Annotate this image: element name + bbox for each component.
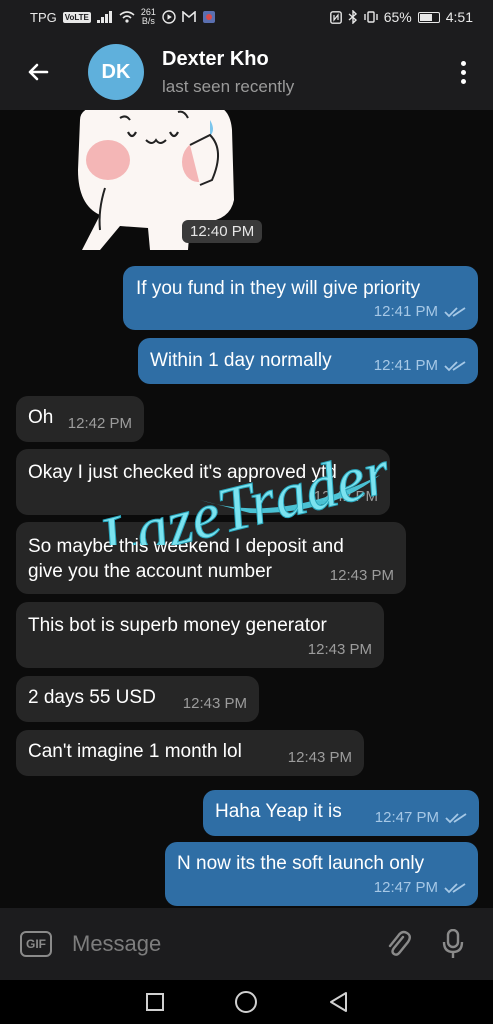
bluetooth-icon xyxy=(348,10,357,24)
composer-bar: GIF xyxy=(0,908,493,980)
message-text: Haha Yeap it is xyxy=(215,801,342,822)
contact-status: last seen recently xyxy=(162,76,295,96)
message-text: If you fund in they will give priority xyxy=(136,278,421,299)
network-speed-unit: B/s xyxy=(141,16,155,26)
microphone-icon xyxy=(442,929,464,958)
read-double-check-icon xyxy=(444,361,466,372)
message-text: N now its the soft launch only xyxy=(177,853,425,874)
message-meta: 12:43 PM xyxy=(330,564,394,588)
message-meta: 12:47 PM xyxy=(374,876,466,900)
message-meta: 12:41 PM xyxy=(374,354,466,378)
message-incoming[interactable]: 2 days 55 USD 12:43 PM xyxy=(16,676,259,722)
nfc-icon xyxy=(329,10,342,24)
read-double-check-icon xyxy=(444,883,466,894)
network-speed: 261 B/s xyxy=(141,8,156,26)
play-circle-icon xyxy=(162,10,176,24)
back-button[interactable] xyxy=(18,52,58,92)
message-time: 12:43 PM xyxy=(329,567,394,584)
message-time: 12:41 PM xyxy=(373,357,438,374)
message-incoming[interactable]: Oh 12:42 PM xyxy=(16,396,144,442)
message-outgoing[interactable]: N now its the soft launch only 12:47 PM xyxy=(165,842,478,906)
wifi-icon xyxy=(119,11,135,23)
message-incoming[interactable]: This bot is superb money generator 12:43… xyxy=(16,602,384,668)
message-meta: 12:43 PM xyxy=(183,692,247,716)
message-text: Can't imagine 1 month lol xyxy=(28,741,242,762)
read-double-check-icon xyxy=(445,813,467,824)
message-meta: 12:41 PM xyxy=(374,300,466,324)
message-outgoing[interactable]: If you fund in they will give priority 1… xyxy=(123,266,478,330)
message-time: 12:42 PM xyxy=(313,488,378,505)
nav-home-icon[interactable] xyxy=(234,990,258,1014)
message-text: Okay I just checked it's approved ytd xyxy=(28,462,337,483)
paperclip-icon xyxy=(388,930,411,956)
message-meta: 12:47 PM xyxy=(375,806,467,830)
message-time: 12:43 PM xyxy=(287,749,352,766)
voice-record-button[interactable] xyxy=(433,924,473,964)
read-double-check-icon xyxy=(444,307,466,318)
avatar[interactable]: DK xyxy=(88,44,144,100)
battery-percent: 65% xyxy=(383,9,412,25)
status-bar: TPG VoLTE 261 B/s 65% 4:51 xyxy=(0,0,493,34)
message-list[interactable]: 12:40 PM If you fund in they will give p… xyxy=(0,110,493,908)
gif-icon[interactable]: GIF xyxy=(20,931,52,957)
message-time: 12:41 PM xyxy=(373,303,438,320)
message-meta: 12:43 PM xyxy=(288,746,352,770)
signal-icon xyxy=(96,11,112,23)
message-meta: 12:42 PM xyxy=(68,412,132,436)
message-incoming[interactable]: So maybe this weekend I deposit and give… xyxy=(16,522,406,594)
message-time: 12:47 PM xyxy=(373,879,438,896)
message-time: 12:42 PM xyxy=(67,415,132,432)
system-nav-bar xyxy=(0,980,493,1024)
contact-name: Dexter Kho xyxy=(162,47,269,70)
volte-badge: VoLTE xyxy=(62,11,91,23)
message-text: This bot is superb money generator xyxy=(28,615,327,636)
nav-back-icon[interactable] xyxy=(328,991,348,1013)
message-text: Within 1 day normally xyxy=(150,350,332,371)
sticker-timestamp: 12:40 PM xyxy=(182,220,263,243)
message-text: Oh xyxy=(28,407,54,428)
battery-icon xyxy=(417,11,440,23)
message-incoming[interactable]: Can't imagine 1 month lol 12:43 PM xyxy=(16,730,364,776)
more-vert-icon xyxy=(460,60,466,66)
mail-app-icon xyxy=(182,11,196,22)
message-meta: 12:42 PM xyxy=(314,485,378,509)
app-notification-icon xyxy=(202,11,215,23)
chat-header: DK Dexter Kho last seen recently xyxy=(0,34,493,110)
message-meta: 12:43 PM xyxy=(308,638,372,662)
message-input[interactable] xyxy=(72,931,365,957)
message-text: So maybe this weekend I deposit and give… xyxy=(28,536,344,582)
message-time: 12:43 PM xyxy=(182,695,247,712)
message-outgoing[interactable]: Haha Yeap it is 12:47 PM xyxy=(203,790,479,836)
message-time: 12:47 PM xyxy=(374,809,439,826)
vibrate-icon xyxy=(364,11,378,23)
attach-button[interactable] xyxy=(379,924,419,964)
avatar-initials: DK xyxy=(101,60,131,83)
more-options-button[interactable] xyxy=(453,52,473,92)
message-incoming[interactable]: Okay I just checked it's approved ytd 12… xyxy=(16,449,390,515)
carrier-label: TPG xyxy=(30,9,57,25)
nav-recents-icon[interactable] xyxy=(145,992,165,1012)
message-text: 2 days 55 USD xyxy=(28,687,156,708)
message-outgoing[interactable]: Within 1 day normally 12:41 PM xyxy=(138,338,478,384)
back-arrow-icon xyxy=(28,63,49,81)
contact-info[interactable]: Dexter Kho last seen recently xyxy=(162,48,294,97)
clock-time: 4:51 xyxy=(445,9,473,25)
message-time: 12:43 PM xyxy=(307,641,372,658)
